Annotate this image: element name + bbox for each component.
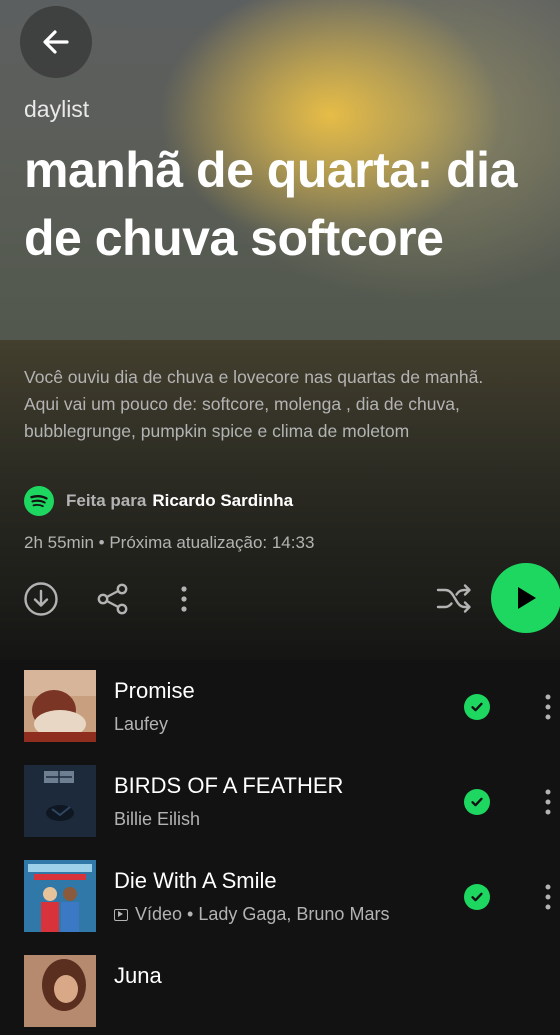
- more-vertical-icon: [545, 884, 551, 910]
- back-button[interactable]: [20, 6, 92, 78]
- album-cover: [24, 765, 96, 837]
- track-artist: Vídeo • Lady Gaga, Bruno Mars: [135, 904, 390, 924]
- album-cover: [24, 955, 96, 1027]
- spotify-logo-icon: [24, 486, 54, 516]
- track-row[interactable]: Promise Laufey: [0, 670, 560, 750]
- track-row[interactable]: BIRDS OF A FEATHER Billie Eilish: [0, 765, 560, 845]
- shuffle-button[interactable]: [434, 580, 474, 618]
- shuffle-icon: [436, 584, 471, 613]
- back-arrow-icon: [43, 30, 69, 54]
- share-icon: [97, 583, 128, 615]
- track-row[interactable]: Die With A Smile Vídeo • Lady Gaga, Brun…: [0, 860, 560, 940]
- playlist-meta: 2h 55min • Próxima atualização: 14:33: [24, 533, 315, 552]
- track-artist: Laufey: [114, 714, 169, 734]
- download-icon: [24, 582, 58, 616]
- track-more-button[interactable]: [538, 692, 558, 722]
- play-icon: [518, 587, 536, 609]
- downloaded-check-icon: [464, 789, 490, 815]
- play-button[interactable]: [491, 563, 560, 633]
- download-button[interactable]: [22, 580, 60, 618]
- album-cover: [24, 670, 96, 742]
- track-title: Juna: [114, 963, 162, 988]
- share-button[interactable]: [94, 580, 132, 618]
- track-artist: Billie Eilish: [114, 809, 201, 829]
- made-for-row[interactable]: Feita para Ricardo Sardinha: [24, 486, 293, 516]
- downloaded-check-icon: [464, 884, 490, 910]
- more-options-button[interactable]: [170, 580, 198, 618]
- track-title: Promise: [114, 678, 195, 703]
- more-vertical-icon: [545, 694, 551, 720]
- track-title: BIRDS OF A FEATHER: [114, 773, 344, 798]
- album-cover: [24, 860, 96, 932]
- more-vertical-icon: [545, 789, 551, 815]
- video-icon: [114, 908, 128, 921]
- track-more-button[interactable]: [538, 882, 558, 912]
- track-title: Die With A Smile: [114, 868, 277, 893]
- downloaded-check-icon: [464, 694, 490, 720]
- track-more-button[interactable]: [538, 787, 558, 817]
- track-row[interactable]: Juna: [0, 955, 560, 1035]
- made-for-user[interactable]: Ricardo Sardinha: [152, 491, 293, 511]
- playlist-description: Você ouviu dia de chuva e lovecore nas q…: [24, 367, 484, 441]
- playlist-title: manhã de quarta: dia de chuva softcore: [24, 142, 517, 266]
- playlist-kicker: daylist: [24, 96, 90, 122]
- track-subtitle: Vídeo • Lady Gaga, Bruno Mars: [114, 904, 389, 925]
- more-vertical-icon: [181, 586, 187, 612]
- made-for-prefix: Feita para: [66, 491, 147, 510]
